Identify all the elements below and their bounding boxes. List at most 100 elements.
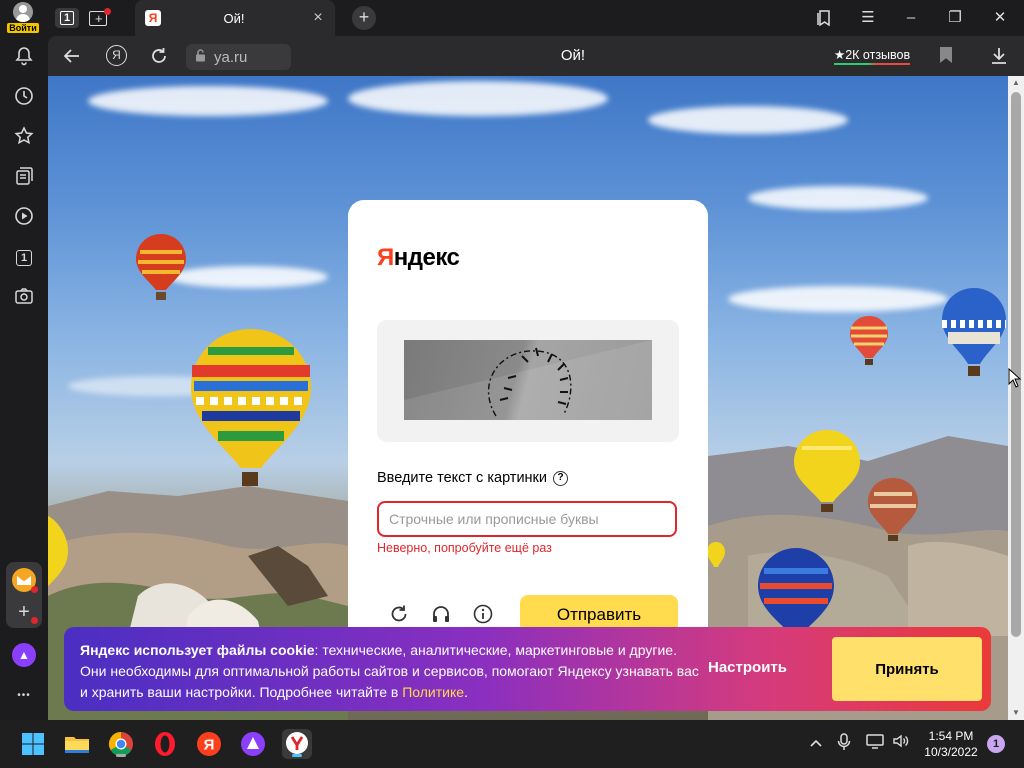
display-icon[interactable] (864, 733, 886, 755)
hot-air-balloon (794, 430, 860, 512)
yandex-icon[interactable]: Я (194, 729, 224, 759)
configure-button[interactable]: Настроить (708, 659, 787, 676)
menu-icon[interactable]: ☰ (853, 6, 883, 30)
error-message: Неверно, попробуйте ещё раз (377, 541, 552, 555)
alice-icon[interactable]: ▲ (12, 643, 36, 667)
hot-air-balloon (136, 234, 186, 300)
tab-active[interactable]: Я Ой! × (135, 0, 335, 36)
hot-air-balloon (942, 288, 1006, 376)
scroll-down-icon[interactable]: ▼ (1008, 706, 1024, 720)
yandex-browser-icon[interactable] (282, 729, 312, 759)
hot-air-balloon (758, 548, 834, 634)
yandex-button[interactable]: Я (106, 45, 127, 66)
opera-icon[interactable] (150, 729, 180, 759)
mail-notification-dot (31, 586, 38, 593)
page-content: Яндекс Введите текст с картинки ? Неверн… (48, 76, 1008, 720)
active-indicator (292, 754, 302, 757)
avatar-icon (13, 2, 33, 22)
login-label: Войти (7, 23, 39, 33)
url-field[interactable]: ya.ru (186, 44, 291, 70)
svg-text:Я: Я (204, 737, 215, 754)
captcha-image-container (377, 320, 679, 442)
refresh-button[interactable] (148, 45, 170, 67)
yandex-logo[interactable]: Яндекс (377, 244, 460, 272)
close-tab-icon[interactable]: × (307, 9, 329, 27)
close-window-icon[interactable]: ✕ (985, 6, 1015, 30)
video-icon[interactable] (12, 204, 36, 228)
scroll-up-icon[interactable]: ▲ (1008, 76, 1024, 90)
captcha-image (404, 340, 652, 420)
cookie-text-end: . (464, 684, 468, 700)
yandex-favicon-icon: Я (145, 10, 161, 26)
captcha-card: Яндекс Введите текст с картинки ? Неверн… (348, 200, 708, 670)
restore-icon[interactable]: ❐ (940, 6, 970, 30)
more-icon[interactable]: ••• (12, 684, 36, 708)
refresh-icon[interactable] (387, 602, 411, 626)
hot-air-balloon (707, 542, 725, 567)
captcha-distorted-text (404, 340, 652, 420)
collections-icon[interactable] (12, 164, 36, 188)
info-icon[interactable] (471, 602, 495, 626)
screenshot-icon[interactable] (12, 284, 36, 308)
back-button[interactable] (61, 45, 83, 67)
sidebar-apps-group: + (6, 562, 42, 628)
cookie-message: Яндекс использует файлы cookie: техничес… (80, 640, 700, 703)
notification-badge[interactable]: 1 (987, 735, 1005, 753)
captcha-input[interactable] (377, 501, 677, 537)
shortcut-number: 1 (16, 250, 32, 266)
help-icon[interactable]: ? (553, 470, 568, 486)
address-bar: Я ya.ru Ой! ★2К отзывов (48, 36, 1024, 76)
tab-title: Ой! (223, 10, 245, 26)
tab-count: 1 (59, 11, 75, 25)
history-icon[interactable] (12, 84, 36, 108)
notification-dot (104, 8, 111, 15)
mouse-cursor-icon (1008, 368, 1022, 388)
login-button[interactable]: Войти (4, 2, 42, 34)
hot-air-balloon (850, 316, 888, 365)
clock-date: 10/3/2022 (924, 745, 978, 759)
page-scrollbar[interactable]: ▲ ▼ (1008, 76, 1024, 720)
url-text: ya.ru (214, 48, 248, 66)
alice-icon[interactable] (238, 729, 268, 759)
captcha-prompt: Введите текст с картинки ? (377, 470, 568, 486)
lock-icon[interactable] (190, 49, 210, 65)
reviews-text: ★2К отзывов (834, 48, 911, 62)
bookmarks-panel-icon[interactable] (809, 6, 839, 30)
windows-start-icon[interactable] (18, 729, 48, 759)
new-tab-button[interactable]: + (352, 6, 376, 30)
rating-bar (834, 63, 911, 65)
bookmark-icon[interactable] (940, 47, 952, 63)
hot-air-balloon (48, 516, 68, 586)
logo-text: ндекс (393, 244, 460, 271)
tab-counter-button[interactable]: 1 (55, 8, 79, 28)
system-clock[interactable]: 1:54 PM 10/3/2022 (920, 728, 982, 760)
chevron-up-icon[interactable] (805, 733, 827, 755)
tab-number-icon[interactable]: 1 (12, 244, 36, 268)
new-tab-group-button[interactable]: + (89, 8, 111, 28)
clock-time: 1:54 PM (928, 729, 974, 743)
taskbar: Я 1:54 PM 10/3/2022 1 (0, 720, 1024, 768)
policy-link[interactable]: Политике (402, 684, 464, 700)
microphone-icon[interactable] (833, 733, 855, 755)
star-icon[interactable] (12, 124, 36, 148)
title-bar: Войти 1 + Я Ой! × + ☰ – ❐ ✕ (0, 0, 1024, 36)
plus-icon: + (95, 11, 103, 26)
running-indicator (116, 754, 126, 757)
volume-icon[interactable] (890, 733, 912, 755)
reviews-badge[interactable]: ★2К отзывов (834, 47, 911, 65)
chrome-icon[interactable] (106, 729, 136, 759)
page-title: Ой! (560, 47, 586, 64)
file-explorer-icon[interactable] (62, 729, 92, 759)
bell-icon[interactable] (12, 44, 36, 68)
accept-button[interactable]: Принять (832, 637, 982, 701)
captcha-prompt-text: Введите текст с картинки (377, 470, 547, 486)
download-icon[interactable] (988, 45, 1010, 67)
sidebar: 1 + ▲ ••• (0, 36, 48, 720)
audio-icon[interactable] (429, 602, 453, 626)
minimize-icon[interactable]: – (896, 6, 926, 30)
hot-air-balloon (868, 478, 918, 541)
add-notification-dot (31, 617, 38, 624)
cookie-banner: Яндекс использует файлы cookie: техничес… (64, 627, 991, 711)
scrollbar-thumb[interactable] (1011, 92, 1021, 637)
cookie-bold-text: Яндекс использует файлы cookie (80, 642, 315, 658)
